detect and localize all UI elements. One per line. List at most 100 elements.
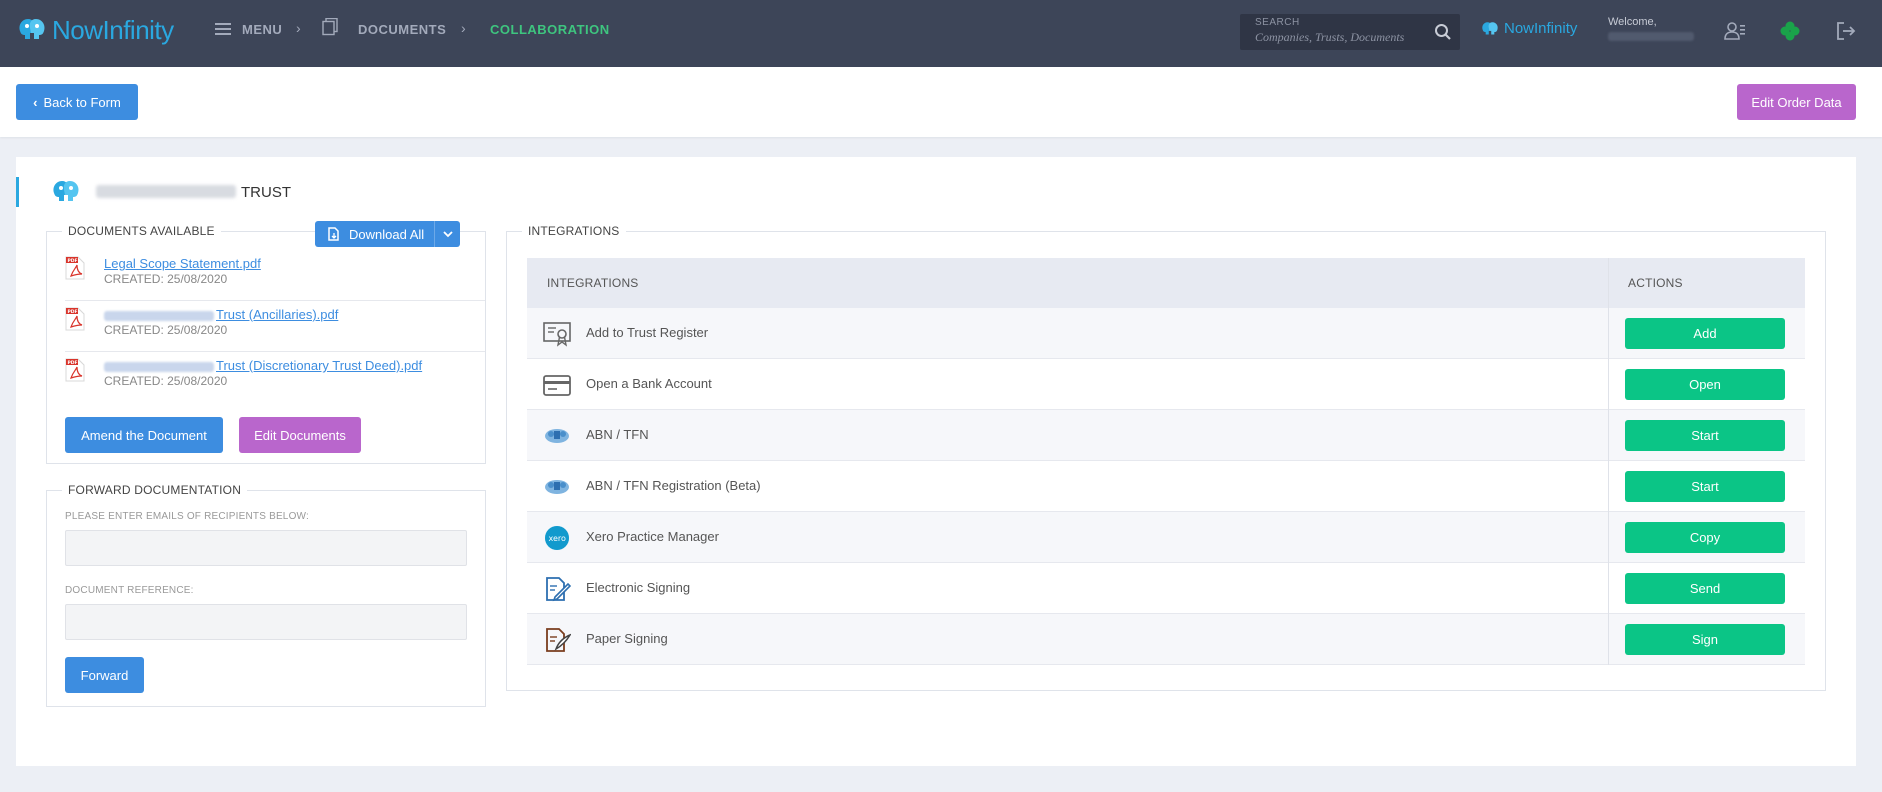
- column-divider: [1608, 614, 1609, 665]
- forward-button[interactable]: Forward: [65, 657, 144, 693]
- nav-collaboration[interactable]: COLLABORATION: [490, 22, 610, 37]
- edit-order-data-button[interactable]: Edit Order Data: [1737, 84, 1856, 120]
- integration-label: Add to Trust Register: [586, 325, 709, 340]
- table-row: Paper Signing Sign: [527, 614, 1805, 665]
- download-all-button[interactable]: Download All: [315, 221, 460, 247]
- documents-available-legend: DOCUMENTS AVAILABLE: [62, 224, 221, 238]
- table-row: Add to Trust Register Add: [527, 308, 1805, 359]
- start-registration-button[interactable]: Start: [1625, 471, 1785, 502]
- search-box[interactable]: SEARCH Companies, Trusts, Documents: [1240, 14, 1460, 50]
- forward-documentation-legend: FORWARD DOCUMENTATION: [62, 483, 248, 497]
- nav-documents[interactable]: DOCUMENTS: [358, 22, 446, 37]
- small-brand-logo: NowInfinity: [1480, 20, 1577, 37]
- column-header-integrations: INTEGRATIONS: [547, 276, 639, 290]
- document-created: CREATED: 25/08/2020: [104, 374, 228, 388]
- chevron-left-icon: ‹: [33, 94, 38, 110]
- document-item: PDF Trust (Discretionary Trust Deed).pdf…: [65, 358, 465, 398]
- redacted-text: [104, 310, 214, 321]
- document-link-text: Trust (Ancillaries).pdf: [216, 307, 339, 322]
- breadcrumb-chevron-icon: ›: [461, 20, 466, 36]
- add-button[interactable]: Add: [1625, 318, 1785, 349]
- forward-documentation-section: FORWARD DOCUMENTATION PLEASE ENTER EMAIL…: [46, 483, 486, 707]
- user-profile-icon[interactable]: [1724, 20, 1746, 42]
- paper-sign-icon: [546, 628, 571, 652]
- column-divider: [1608, 308, 1609, 359]
- column-header-actions: ACTIONS: [1628, 276, 1683, 290]
- table-row: Open a Bank Account Open: [527, 359, 1805, 410]
- logo-heads-icon: [19, 19, 45, 39]
- open-button[interactable]: Open: [1625, 369, 1785, 400]
- document-link[interactable]: Trust (Discretionary Trust Deed).pdf: [104, 358, 422, 373]
- redacted-text: [104, 361, 214, 372]
- column-divider: [1608, 359, 1609, 410]
- integration-label: Paper Signing: [586, 631, 668, 646]
- integration-label: Xero Practice Manager: [586, 529, 719, 544]
- svg-text:PDF: PDF: [68, 309, 78, 315]
- document-created: CREATED: 25/08/2020: [104, 272, 228, 286]
- pdf-file-icon: PDF: [65, 307, 85, 331]
- column-divider: [1608, 512, 1609, 563]
- table-row: ABN / TFN Start: [527, 410, 1805, 461]
- documents-icon[interactable]: [322, 18, 338, 36]
- divider: [65, 351, 485, 352]
- column-divider: [1608, 258, 1609, 308]
- start-button[interactable]: Start: [1625, 420, 1785, 451]
- title-accent-bar: [16, 177, 19, 207]
- document-link[interactable]: Trust (Ancillaries).pdf: [104, 307, 338, 322]
- document-item: PDF Trust (Ancillaries).pdf CREATED: 25/…: [65, 307, 465, 347]
- clover-status-icon[interactable]: [1779, 20, 1801, 42]
- integration-label: Electronic Signing: [586, 580, 691, 595]
- back-to-form-button[interactable]: ‹ Back to Form: [16, 84, 138, 120]
- integrations-table-header: INTEGRATIONS ACTIONS: [527, 258, 1805, 308]
- page-title: TRUST: [241, 184, 291, 201]
- bank-card-icon: [543, 375, 571, 396]
- certificate-icon: [543, 322, 571, 347]
- divider: [65, 300, 485, 301]
- download-document-icon: [328, 227, 339, 241]
- trust-name-redacted: [96, 185, 236, 198]
- emails-label: PLEASE ENTER EMAILS OF RECIPIENTS BELOW:: [65, 511, 309, 522]
- menu-icon[interactable]: [215, 22, 231, 36]
- top-nav: NowInfinity MENU › DOCUMENTS › COLLABORA…: [0, 0, 1882, 67]
- search-icon[interactable]: [1434, 23, 1452, 41]
- copy-button[interactable]: Copy: [1625, 522, 1785, 553]
- table-row: xero Xero Practice Manager Copy: [527, 512, 1805, 563]
- document-reference-label: DOCUMENT REFERENCE:: [65, 585, 194, 596]
- e-sign-icon: [546, 577, 571, 602]
- search-label: SEARCH: [1255, 17, 1300, 28]
- svg-text:PDF: PDF: [68, 258, 78, 264]
- user-name-redacted: [1608, 32, 1694, 41]
- amend-document-button[interactable]: Amend the Document: [65, 417, 223, 453]
- document-item: PDF Legal Scope Statement.pdf CREATED: 2…: [65, 256, 465, 296]
- logo-text: NowInfinity: [52, 14, 174, 45]
- download-all-label: Download All: [349, 226, 425, 242]
- integration-label: ABN / TFN: [586, 427, 649, 442]
- document-link[interactable]: Legal Scope Statement.pdf: [104, 256, 261, 271]
- column-divider: [1608, 461, 1609, 512]
- column-divider: [1608, 563, 1609, 614]
- integration-label: ABN / TFN Registration (Beta): [586, 478, 761, 493]
- sign-button[interactable]: Sign: [1625, 624, 1785, 655]
- emails-input[interactable]: [65, 530, 467, 566]
- document-link-text: Trust (Discretionary Trust Deed).pdf: [216, 358, 423, 373]
- chevron-down-icon[interactable]: [434, 221, 460, 247]
- send-button[interactable]: Send: [1625, 573, 1785, 604]
- search-input[interactable]: Companies, Trusts, Documents: [1255, 30, 1404, 45]
- pdf-file-icon: PDF: [65, 358, 85, 382]
- nowinfinity-logo[interactable]: NowInfinity: [16, 14, 174, 46]
- pdf-file-icon: PDF: [65, 256, 85, 280]
- document-reference-input[interactable]: [65, 604, 467, 640]
- back-to-form-label: Back to Form: [43, 94, 121, 110]
- integrations-legend: INTEGRATIONS: [522, 224, 626, 238]
- logout-icon[interactable]: [1835, 20, 1857, 42]
- ato-crest-icon: [545, 429, 569, 443]
- welcome-text: Welcome,: [1608, 16, 1657, 28]
- nav-menu[interactable]: MENU: [242, 22, 282, 37]
- main-panel: TRUST DOCUMENTS AVAILABLE Download All P…: [16, 157, 1856, 766]
- small-logo-text: NowInfinity: [1504, 20, 1578, 37]
- action-toolbar: ‹ Back to Form Edit Order Data: [0, 67, 1882, 137]
- edit-documents-button[interactable]: Edit Documents: [239, 417, 361, 453]
- integration-label: Open a Bank Account: [586, 376, 712, 391]
- svg-text:xero: xero: [549, 534, 567, 543]
- table-row: Electronic Signing Send: [527, 563, 1805, 614]
